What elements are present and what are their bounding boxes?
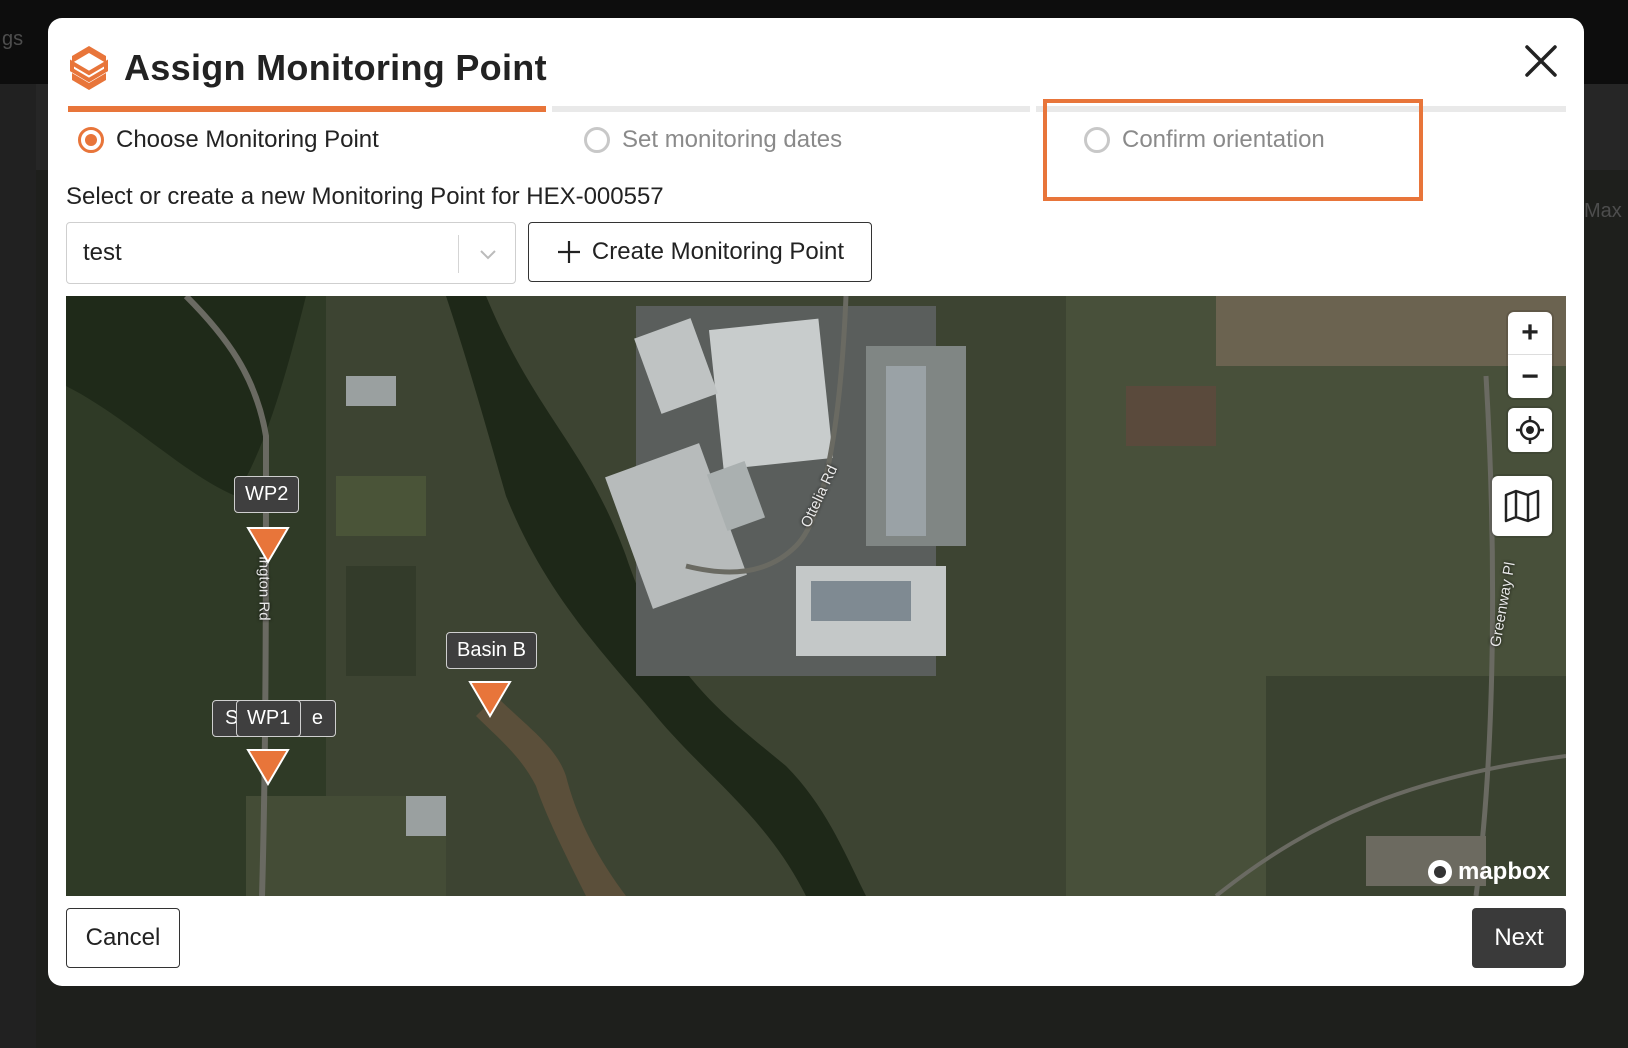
zoom-in-button[interactable]: +: [1508, 312, 1552, 355]
highlight-annotation-box: [1043, 99, 1423, 201]
step-radio: [584, 127, 610, 153]
marker-label-hidden-end: e: [311, 707, 323, 729]
crosshair-locate-icon: [1516, 416, 1544, 444]
marker-pin-wp1-icon[interactable]: [246, 746, 290, 786]
step-label: Set monitoring dates: [622, 126, 843, 153]
mapbox-logo-icon: [1427, 860, 1452, 884]
instruction-text: Select or create a new Monitoring Point …: [66, 183, 664, 210]
marker-label-wp2[interactable]: WP2: [234, 476, 300, 513]
select-value: test: [83, 239, 122, 266]
brand-s-logo-icon: [70, 46, 108, 90]
satellite-map[interactable]: Ottelia Rd Greenway Pl ington Rd WP2 Bas…: [66, 296, 1566, 896]
zoom-controls: + −: [1508, 312, 1552, 398]
create-monitoring-point-button[interactable]: Create Monitoring Point: [528, 222, 872, 282]
monitoring-point-select[interactable]: test: [66, 222, 516, 284]
step-radio-active: [78, 127, 104, 153]
map-terrain: [66, 296, 1566, 896]
dialog-title: Assign Monitoring Point: [124, 47, 547, 88]
map-style-button[interactable]: [1492, 476, 1552, 536]
cancel-button[interactable]: Cancel: [66, 908, 180, 968]
assign-monitoring-point-dialog: Assign Monitoring Point Choose Monitorin…: [48, 18, 1584, 986]
select-separator: [458, 235, 459, 273]
close-icon[interactable]: [1522, 42, 1560, 80]
next-button[interactable]: Next: [1472, 908, 1566, 968]
mapbox-wordmark: mapbox: [1457, 858, 1550, 885]
create-button-label: Create Monitoring Point: [591, 238, 845, 265]
map-icon: [1504, 489, 1540, 523]
step-bar-2: [552, 106, 1030, 112]
chevron-down-icon[interactable]: [477, 243, 499, 265]
step-label: Choose Monitoring Point: [116, 126, 379, 153]
zoom-out-button[interactable]: −: [1508, 355, 1552, 398]
marker-pin-basin-b-icon[interactable]: [468, 678, 512, 718]
plus-icon: [557, 241, 580, 263]
dialog-header: Assign Monitoring Point: [66, 40, 547, 96]
mapbox-attribution[interactable]: mapbox: [1426, 858, 1550, 886]
marker-pin-wp2-icon[interactable]: [246, 524, 290, 564]
geolocate-button[interactable]: [1508, 408, 1552, 452]
road-label-ington: ington Rd: [255, 556, 273, 621]
marker-label-basin-b[interactable]: Basin B: [446, 632, 537, 669]
step-choose-monitoring-point[interactable]: Choose Monitoring Point: [78, 126, 379, 154]
marker-label-wp1[interactable]: WP1: [236, 700, 302, 737]
step-set-monitoring-dates[interactable]: Set monitoring dates: [584, 126, 842, 154]
step-bar-1: [68, 106, 546, 112]
